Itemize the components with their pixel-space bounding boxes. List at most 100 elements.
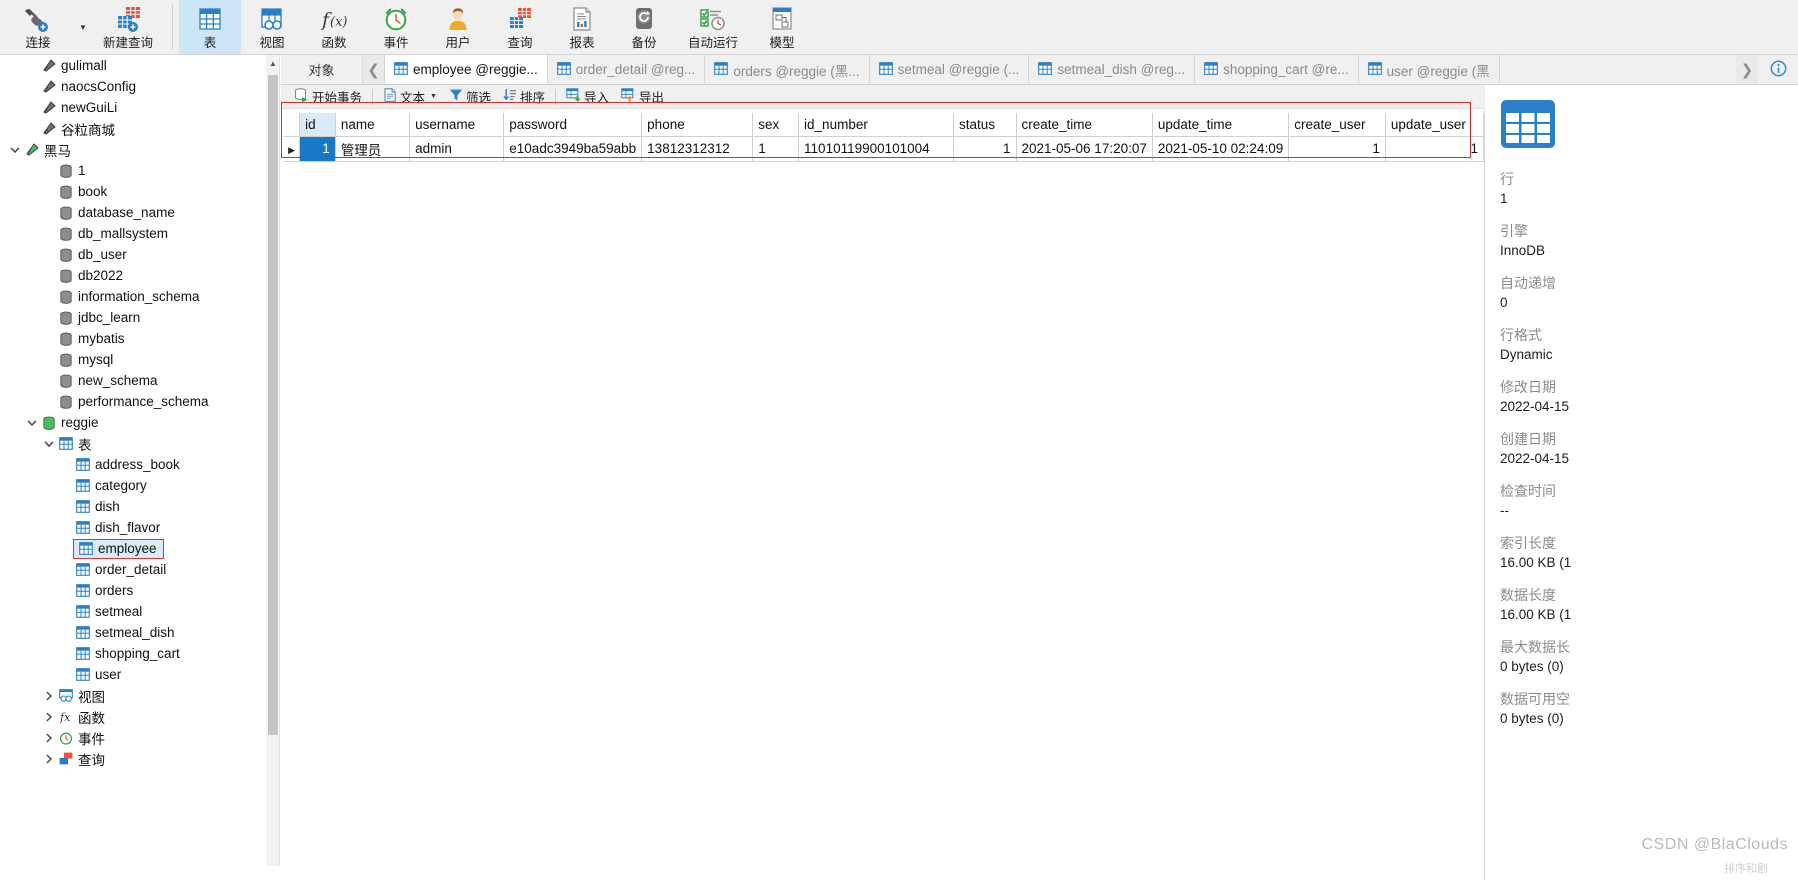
tree-item-orders[interactable]: orders: [0, 580, 266, 601]
tabstrip-scroll-right-button[interactable]: ❯: [1736, 55, 1758, 84]
tree-item-database_name[interactable]: database_name: [0, 202, 266, 223]
ribbon-button-table[interactable]: 表: [179, 0, 241, 54]
tree-item-函数[interactable]: fx 函数: [0, 706, 266, 727]
column-header-status[interactable]: status: [953, 113, 1017, 137]
ribbon-button-view[interactable]: 视图: [241, 0, 303, 54]
tree-item-category[interactable]: category: [0, 475, 266, 496]
sidebar-scroll-up-icon[interactable]: ▲: [266, 55, 280, 71]
tree-item-jdbc_learn[interactable]: jdbc_learn: [0, 307, 266, 328]
editor-tab[interactable]: user @reggie (黑: [1358, 55, 1500, 84]
editor-tab[interactable]: shopping_cart @re...: [1195, 55, 1359, 84]
column-header-password[interactable]: password: [503, 113, 643, 137]
table-row[interactable]: ▶ 1 管理员 admin e10adc3949ba59abb 13812312312 1 1…: [284, 136, 1485, 162]
tree-item-视图[interactable]: 视图: [0, 685, 266, 706]
ribbon-button-user[interactable]: 用户: [427, 0, 489, 54]
tree-twisty-open-icon[interactable]: [25, 418, 39, 428]
tree-item-db_mallsystem[interactable]: db_mallsystem: [0, 223, 266, 244]
cell-password[interactable]: e10adc3949ba59abb: [503, 136, 643, 162]
toolbar-button-filter[interactable]: 筛选: [443, 87, 497, 107]
column-header-phone[interactable]: phone: [641, 113, 754, 137]
ribbon-button-new-query[interactable]: 新建查询: [90, 0, 166, 54]
column-header-name[interactable]: name: [335, 113, 411, 137]
tree-item-1[interactable]: 1: [0, 160, 266, 181]
row-marker[interactable]: ▶: [284, 136, 301, 162]
connect-dropdown-caret-icon[interactable]: ▼: [76, 0, 90, 54]
tree-item-newGuiLi[interactable]: newGuiLi: [0, 97, 266, 118]
tabstrip-info-button[interactable]: [1758, 55, 1798, 84]
tree-item-user[interactable]: user: [0, 664, 266, 685]
tree-item-gulimall[interactable]: gulimall: [0, 55, 266, 76]
tree-item-new_schema[interactable]: new_schema: [0, 370, 266, 391]
object-tree-sidebar[interactable]: gulimall naocsConfig newGuiLi 谷粒商城 黑马 1 …: [0, 55, 266, 880]
tree-item-setmeal[interactable]: setmeal: [0, 601, 266, 622]
cell-id[interactable]: 1: [299, 136, 336, 162]
tree-twisty-closed-icon[interactable]: [42, 691, 56, 701]
toolbar-button-begin-transaction[interactable]: 开始事务: [288, 87, 368, 107]
editor-tab-active[interactable]: employee @reggie...: [385, 55, 548, 84]
tree-twisty-open-icon[interactable]: [8, 145, 22, 155]
column-header-create_user[interactable]: create_user: [1288, 113, 1386, 137]
tree-item-db_user[interactable]: db_user: [0, 244, 266, 265]
editor-tab[interactable]: setmeal_dish @reg...: [1029, 55, 1196, 84]
ribbon-button-event[interactable]: 事件: [365, 0, 427, 54]
ribbon-button-query[interactable]: 查询: [489, 0, 551, 54]
tree-item-dish[interactable]: dish: [0, 496, 266, 517]
tree-twisty-closed-icon[interactable]: [42, 733, 56, 743]
cell-name[interactable]: 管理员: [335, 136, 411, 162]
editor-tab[interactable]: setmeal @reggie (...: [869, 55, 1030, 84]
tree-item-黑马[interactable]: 黑马: [0, 139, 266, 160]
cell-create_time[interactable]: 2021-05-06 17:20:07: [1016, 136, 1153, 162]
ribbon-button-connect[interactable]: 连接: [0, 0, 76, 54]
column-header-update_user[interactable]: update_user: [1385, 113, 1485, 137]
tree-twisty-closed-icon[interactable]: [42, 712, 56, 722]
cell-phone[interactable]: 13812312312: [641, 136, 754, 162]
ribbon-button-function[interactable]: f (x) 函数: [303, 0, 365, 54]
column-header-id[interactable]: id: [299, 113, 336, 137]
toolbar-button-export[interactable]: 导出: [615, 87, 670, 107]
toolbar-button-import[interactable]: 导入: [560, 87, 615, 107]
column-header-username[interactable]: username: [409, 113, 505, 137]
cell-username[interactable]: admin: [409, 136, 505, 162]
column-header-create_time[interactable]: create_time: [1016, 113, 1153, 137]
editor-tab[interactable]: order_detail @reg...: [547, 55, 706, 84]
editor-tab[interactable]: orders @reggie (黑...: [705, 55, 870, 84]
tree-twisty-open-icon[interactable]: [42, 439, 56, 449]
toolbar-button-sort[interactable]: 排序: [497, 87, 551, 107]
tree-item-事件[interactable]: 事件: [0, 727, 266, 748]
tree-item-setmeal_dish[interactable]: setmeal_dish: [0, 622, 266, 643]
tree-item-shopping_cart[interactable]: shopping_cart: [0, 643, 266, 664]
ribbon-button-report[interactable]: 报表: [551, 0, 613, 54]
tree-item-performance_schema[interactable]: performance_schema: [0, 391, 266, 412]
sidebar-scroll-thumb[interactable]: [268, 75, 278, 735]
cell-update_user[interactable]: 1: [1385, 136, 1485, 162]
column-header-id_number[interactable]: id_number: [798, 113, 955, 137]
column-header-sex[interactable]: sex: [752, 113, 800, 137]
tab-objects[interactable]: 对象: [281, 55, 363, 84]
tree-item-表[interactable]: 表: [0, 433, 266, 454]
tree-item-db2022[interactable]: db2022: [0, 265, 266, 286]
tree-item-employee[interactable]: employee: [0, 538, 266, 559]
grid-corner-header[interactable]: [284, 113, 301, 137]
ribbon-button-backup[interactable]: 备份: [613, 0, 675, 54]
tree-item-查询[interactable]: 查询: [0, 748, 266, 769]
ribbon-button-model[interactable]: 模型: [751, 0, 813, 54]
tree-item-mysql[interactable]: mysql: [0, 349, 266, 370]
column-header-update_time[interactable]: update_time: [1152, 113, 1290, 137]
cell-update_time[interactable]: 2021-05-10 02:24:09: [1152, 136, 1290, 162]
tree-item-谷粒商城[interactable]: 谷粒商城: [0, 118, 266, 139]
toolbar-button-text[interactable]: 文本 ▼: [377, 87, 443, 107]
data-grid[interactable]: id name username password phone sex id_number s…: [284, 113, 1485, 162]
tree-item-naocsConfig[interactable]: naocsConfig: [0, 76, 266, 97]
cell-status[interactable]: 1: [953, 136, 1017, 162]
cell-create_user[interactable]: 1: [1288, 136, 1386, 162]
cell-sex[interactable]: 1: [752, 136, 800, 162]
chevron-down-icon[interactable]: ▼: [430, 93, 437, 100]
tree-item-reggie[interactable]: reggie: [0, 412, 266, 433]
sidebar-scrollbar[interactable]: ▲: [266, 55, 280, 880]
tree-item-book[interactable]: book: [0, 181, 266, 202]
tabstrip-scroll-left-button[interactable]: ❮: [363, 55, 385, 84]
tree-item-information_schema[interactable]: information_schema: [0, 286, 266, 307]
cell-id_number[interactable]: 11010119900101004: [798, 136, 955, 162]
ribbon-button-automation[interactable]: 自动运行: [675, 0, 751, 54]
tree-item-dish_flavor[interactable]: dish_flavor: [0, 517, 266, 538]
